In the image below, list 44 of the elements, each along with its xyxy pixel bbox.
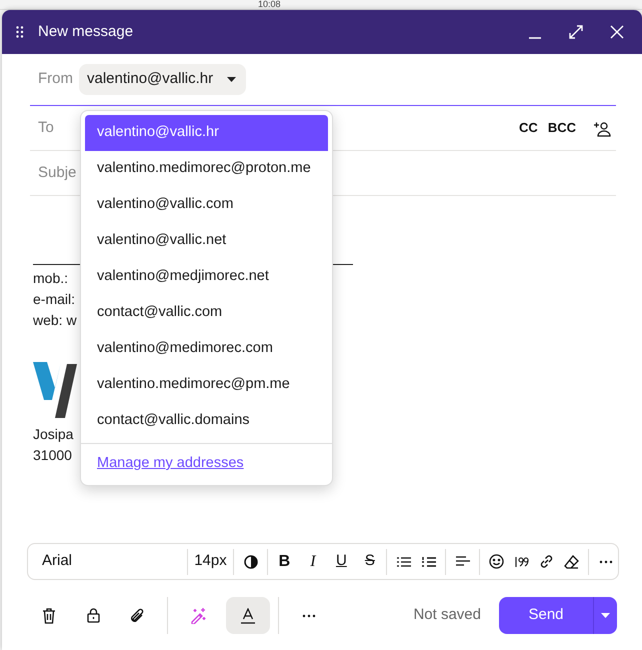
sender-dropdown[interactable]: valentino@vallic.hr <box>79 64 246 95</box>
signature-text: web: w <box>33 312 77 328</box>
font-size-dropdown[interactable]: 14px <box>192 546 230 576</box>
underline-button[interactable]: U <box>328 546 354 576</box>
attachment-icon <box>129 608 145 624</box>
from-label: From <box>38 69 73 90</box>
text-color-icon <box>240 608 256 624</box>
subject-label: Subje <box>38 162 76 183</box>
emoji-icon <box>489 554 504 569</box>
logo-icon <box>33 362 77 418</box>
add-contact-icon <box>593 120 611 137</box>
link-icon <box>539 554 554 569</box>
align-icon <box>456 556 470 567</box>
magic-pen-icon <box>190 607 206 624</box>
window-title: New message <box>38 22 134 42</box>
strikethrough-button[interactable]: S <box>357 546 382 576</box>
italic-button[interactable]: I <box>300 546 326 576</box>
text-color-button[interactable] <box>226 597 270 634</box>
to-label: To <box>38 118 54 138</box>
drag-handle-icon[interactable] <box>16 26 24 38</box>
sender-option[interactable]: valentino@vallic.hr <box>85 115 328 151</box>
contrast-icon <box>244 554 258 568</box>
numbered-list-icon <box>422 556 436 568</box>
quote-icon <box>514 556 529 568</box>
manage-addresses-link[interactable]: Manage my addresses <box>97 453 244 475</box>
minimize-icon <box>529 37 541 39</box>
expand-icon <box>568 24 584 40</box>
lock-icon <box>86 608 100 623</box>
recipient-field-toggle[interactable]: CC <box>514 118 543 138</box>
font-dropdown[interactable]: Arial <box>38 546 183 576</box>
send-options-icon <box>601 613 610 618</box>
address-text: 31000 <box>33 447 72 463</box>
bold-button[interactable]: B <box>272 546 297 576</box>
delete-icon <box>42 608 56 624</box>
signature-text: mob.: <box>33 270 68 286</box>
send-options-button[interactable] <box>593 597 617 634</box>
save-status: Not saved <box>413 605 481 626</box>
signature-text: e-mail: <box>33 291 76 307</box>
close-icon <box>609 24 625 40</box>
address-text: Josipa <box>33 426 74 442</box>
send-button[interactable]: Send <box>499 597 593 634</box>
recipient-field-toggle[interactable]: BCC <box>542 118 581 138</box>
time-label: 10:08 <box>258 0 281 9</box>
bullet-list-icon <box>396 556 411 568</box>
